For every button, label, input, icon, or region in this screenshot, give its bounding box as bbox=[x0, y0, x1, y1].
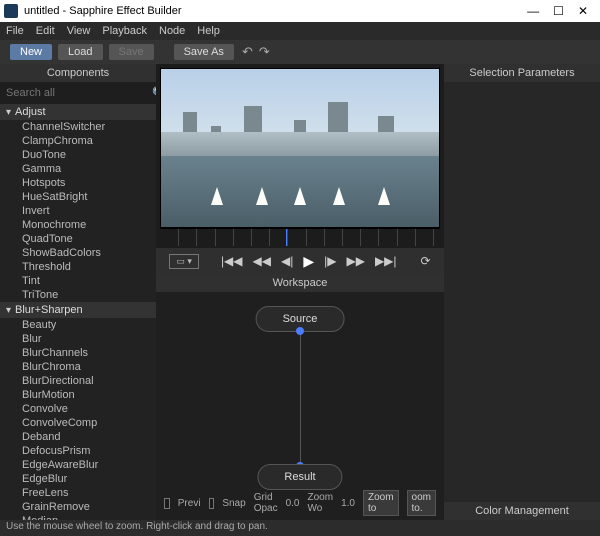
menu-view[interactable]: View bbox=[67, 25, 91, 37]
frame-fwd-icon[interactable]: |▶ bbox=[324, 254, 336, 268]
tree-item[interactable]: Median bbox=[0, 514, 156, 520]
right-panel: Selection Parameters Color Management bbox=[444, 64, 600, 520]
category-blur-sharpen[interactable]: Blur+Sharpen bbox=[0, 302, 156, 318]
tree-item[interactable]: FreeLens bbox=[0, 486, 156, 500]
minimize-icon[interactable]: — bbox=[527, 4, 539, 18]
tree-item[interactable]: BlurChroma bbox=[0, 360, 156, 374]
tree-item[interactable]: Gamma bbox=[0, 162, 156, 176]
snap-checkbox[interactable] bbox=[209, 498, 215, 509]
load-button[interactable]: Load bbox=[58, 44, 102, 60]
save-button[interactable]: Save bbox=[109, 44, 154, 60]
tree-item[interactable]: ChannelSwitcher bbox=[0, 120, 156, 134]
new-button[interactable]: New bbox=[10, 44, 52, 60]
tree-item[interactable]: DefocusPrism bbox=[0, 444, 156, 458]
tree-item[interactable]: BlurMotion bbox=[0, 388, 156, 402]
app-icon bbox=[4, 4, 18, 18]
tree-item[interactable]: ConvolveComp bbox=[0, 416, 156, 430]
preview-checkbox[interactable] bbox=[164, 498, 170, 509]
menu-node[interactable]: Node bbox=[159, 25, 185, 37]
loop-icon[interactable]: ⟳ bbox=[421, 254, 431, 268]
gridopac-value[interactable]: 0.0 bbox=[286, 498, 300, 509]
tree-item[interactable]: Deband bbox=[0, 430, 156, 444]
category-adjust[interactable]: Adjust bbox=[0, 104, 156, 120]
frame-back-icon[interactable]: ◀| bbox=[281, 254, 293, 268]
redo-icon[interactable]: ↷ bbox=[259, 44, 270, 60]
play-icon[interactable]: ▶ bbox=[303, 253, 314, 270]
tree-item[interactable]: Threshold bbox=[0, 260, 156, 274]
component-tree: Adjust ChannelSwitcherClampChromaDuoTone… bbox=[0, 104, 156, 520]
port-source-out[interactable] bbox=[296, 327, 304, 335]
tree-item[interactable]: Invert bbox=[0, 204, 156, 218]
toolbar: New Load Save Save As ↶ ↷ bbox=[0, 40, 600, 64]
gridopac-label: Grid Opac bbox=[254, 492, 278, 514]
tree-item[interactable]: TriTone bbox=[0, 288, 156, 302]
transport-bar: ▭ ▾ |◀◀ ◀◀ ◀| ▶ |▶ ▶▶ ▶▶| ⟳ bbox=[156, 248, 444, 274]
node-wire bbox=[300, 332, 301, 464]
components-header: Components bbox=[0, 64, 156, 82]
loop-mode[interactable]: ▭ ▾ bbox=[169, 254, 199, 269]
close-icon[interactable]: ✕ bbox=[578, 4, 588, 18]
zoomto-button[interactable]: Zoom to bbox=[363, 490, 399, 516]
preview-label: Previ bbox=[178, 498, 201, 509]
undo-icon[interactable]: ↶ bbox=[242, 44, 253, 60]
tree-item[interactable]: EdgeBlur bbox=[0, 472, 156, 486]
titlebar: untitled - Sapphire Effect Builder — ☐ ✕ bbox=[0, 0, 600, 22]
tree-item[interactable]: Monochrome bbox=[0, 218, 156, 232]
statusbar: Use the mouse wheel to zoom. Right-click… bbox=[0, 520, 600, 536]
tree-item[interactable]: HueSatBright bbox=[0, 190, 156, 204]
components-panel: Components 🔍 ↓↑ Adjust ChannelSwitcherCl… bbox=[0, 64, 156, 520]
saveas-button[interactable]: Save As bbox=[174, 44, 234, 60]
center-area: ▭ ▾ |◀◀ ◀◀ ◀| ▶ |▶ ▶▶ ▶▶| ⟳ Workspace So… bbox=[156, 64, 444, 520]
maximize-icon[interactable]: ☐ bbox=[553, 4, 564, 18]
selection-params-header: Selection Parameters bbox=[444, 64, 600, 82]
tree-item[interactable]: Beauty bbox=[0, 318, 156, 332]
menu-help[interactable]: Help bbox=[197, 25, 220, 37]
tree-item[interactable]: DuoTone bbox=[0, 148, 156, 162]
tree-item[interactable]: Tint bbox=[0, 274, 156, 288]
zoomwo-value[interactable]: 1.0 bbox=[341, 498, 355, 509]
step-back-icon[interactable]: ◀◀ bbox=[253, 254, 271, 268]
tree-item[interactable]: Hotspots bbox=[0, 176, 156, 190]
tree-item[interactable]: BlurDirectional bbox=[0, 374, 156, 388]
timeline[interactable] bbox=[160, 228, 440, 246]
menubar: File Edit View Playback Node Help bbox=[0, 22, 600, 40]
step-fwd-icon[interactable]: ▶▶ bbox=[346, 254, 364, 268]
window-title: untitled - Sapphire Effect Builder bbox=[24, 5, 182, 17]
tree-item[interactable]: ShowBadColors bbox=[0, 246, 156, 260]
tree-item[interactable]: Blur bbox=[0, 332, 156, 346]
menu-file[interactable]: File bbox=[6, 25, 24, 37]
search-input[interactable] bbox=[6, 87, 148, 99]
tree-item[interactable]: ClampChroma bbox=[0, 134, 156, 148]
tree-item[interactable]: QuadTone bbox=[0, 232, 156, 246]
zoomwo-label: Zoom Wo bbox=[308, 492, 334, 514]
node-result[interactable]: Result bbox=[257, 464, 342, 490]
menu-playback[interactable]: Playback bbox=[102, 25, 147, 37]
goto-end-icon[interactable]: ▶▶| bbox=[375, 254, 397, 268]
tree-item[interactable]: GrainRemove bbox=[0, 500, 156, 514]
tree-item[interactable]: BlurChannels bbox=[0, 346, 156, 360]
goto-start-icon[interactable]: |◀◀ bbox=[221, 254, 243, 268]
oomto-button[interactable]: oom to. bbox=[407, 490, 436, 516]
preview-viewport[interactable] bbox=[160, 68, 440, 228]
workspace-footer: Previ Snap Grid Opac 0.0 Zoom Wo 1.0 Zoo… bbox=[156, 490, 444, 516]
tree-item[interactable]: Convolve bbox=[0, 402, 156, 416]
snap-label: Snap bbox=[222, 498, 245, 509]
color-mgmt-header: Color Management bbox=[444, 502, 600, 520]
menu-edit[interactable]: Edit bbox=[36, 25, 55, 37]
workspace-header: Workspace bbox=[156, 274, 444, 292]
workspace-canvas[interactable]: Source Result Previ Snap Grid Opac 0.0 Z… bbox=[156, 292, 444, 520]
tree-item[interactable]: EdgeAwareBlur bbox=[0, 458, 156, 472]
